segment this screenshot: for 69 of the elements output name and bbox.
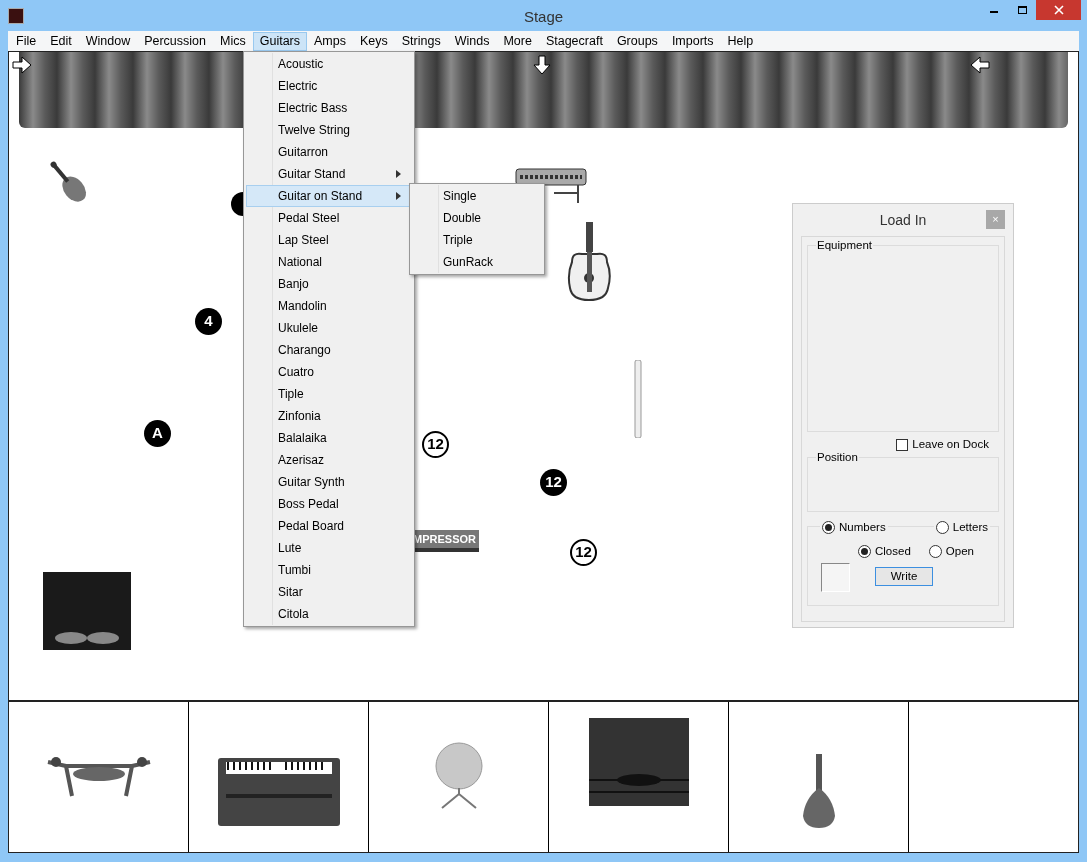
stage-marker[interactable]: 12 [422, 431, 449, 458]
menu-option[interactable]: Triple [412, 229, 542, 251]
menu-option[interactable]: Citola [246, 603, 412, 625]
stage-marker[interactable]: 4 [195, 308, 222, 335]
menu-item[interactable]: Percussion [137, 31, 213, 51]
menu-option[interactable]: Guitar Synth [246, 471, 412, 493]
menu-item[interactable]: File [9, 31, 44, 51]
menu-option[interactable]: Mandolin [246, 295, 412, 317]
menu-item[interactable]: Strings [394, 31, 448, 51]
radio-button[interactable]: Letters [933, 519, 990, 537]
menu-option[interactable]: Boss Pedal [246, 493, 412, 515]
menu-option[interactable]: Cuatro [246, 361, 412, 383]
menu-option[interactable]: Electric [246, 75, 412, 97]
menu-option[interactable]: Banjo [246, 273, 412, 295]
menu-option[interactable]: Guitar on Stand [246, 185, 412, 207]
menu-item[interactable]: Stagecraft [538, 31, 610, 51]
menu-item[interactable]: Guitars [252, 31, 307, 51]
window-title: Stage [523, 7, 564, 27]
menu-item[interactable]: Edit [43, 31, 79, 51]
app-icon [8, 7, 24, 24]
menu-option[interactable]: Azerisaz [246, 449, 412, 471]
menu-option[interactable]: Lute [246, 537, 412, 559]
menu-option[interactable]: Charango [246, 339, 412, 361]
menu-option[interactable]: Double [412, 207, 542, 229]
menu-option[interactable]: Guitar Stand [246, 163, 412, 185]
menu-option[interactable]: Ukulele [246, 317, 412, 339]
left-arrow-icon [970, 56, 990, 74]
radio-button[interactable]: Numbers [820, 519, 888, 537]
menu-option[interactable]: Tiple [246, 383, 412, 405]
menu-item[interactable]: Winds [447, 31, 497, 51]
menu-item[interactable]: Groups [609, 31, 665, 51]
right-arrow-icon [12, 56, 32, 74]
menu-option[interactable]: GunRack [412, 251, 542, 273]
menu-option[interactable]: Pedal Board [246, 515, 412, 537]
stage-marker[interactable]: A [144, 420, 171, 447]
menu-item[interactable]: Help [720, 31, 761, 51]
write-button[interactable]: Write [875, 567, 933, 587]
menu-option[interactable]: Guitarron [246, 141, 412, 163]
down-arrow-icon [533, 55, 551, 75]
stage-marker[interactable]: 12 [540, 469, 567, 496]
menu-option[interactable]: Single [412, 185, 542, 207]
menu-option[interactable]: Balalaika [246, 427, 412, 449]
menu-item[interactable]: Window [78, 31, 138, 51]
cymbal-drawing [433, 742, 484, 812]
menu-option[interactable]: Zinfonia [246, 405, 412, 427]
radio-button[interactable]: Closed [856, 543, 913, 561]
radio-button[interactable]: Open [926, 543, 976, 561]
menu-item[interactable]: Mics [213, 31, 253, 51]
menu-option[interactable]: National [246, 251, 412, 273]
group-label: Equipment [816, 239, 873, 252]
panel-title: Load In [879, 210, 927, 230]
menu-item[interactable]: Amps [307, 31, 353, 51]
color-swatch[interactable] [821, 563, 850, 593]
leave-on-dock-checkbox[interactable]: Leave on Dock [896, 436, 989, 454]
menu-option[interactable]: Sitar [246, 581, 412, 603]
menu-item[interactable]: More [496, 31, 539, 51]
menu-option[interactable]: Pedal Steel [246, 207, 412, 229]
menu-option[interactable]: Lap Steel [246, 229, 412, 251]
menu-option[interactable]: Twelve String [246, 119, 412, 141]
menu-item[interactable]: Keys [352, 31, 395, 51]
menu-option[interactable]: Tumbi [246, 559, 412, 581]
menu-option[interactable]: Acoustic [246, 53, 412, 75]
compressor-label: MPRESSOR [413, 531, 476, 547]
close-icon [1053, 5, 1064, 15]
submenu-arrow-icon [396, 170, 401, 178]
menu-option[interactable]: Electric Bass [246, 97, 412, 119]
stage-marker[interactable]: 12 [570, 539, 597, 566]
menu-item[interactable]: Imports [664, 31, 721, 51]
submenu-arrow-icon [396, 192, 401, 200]
